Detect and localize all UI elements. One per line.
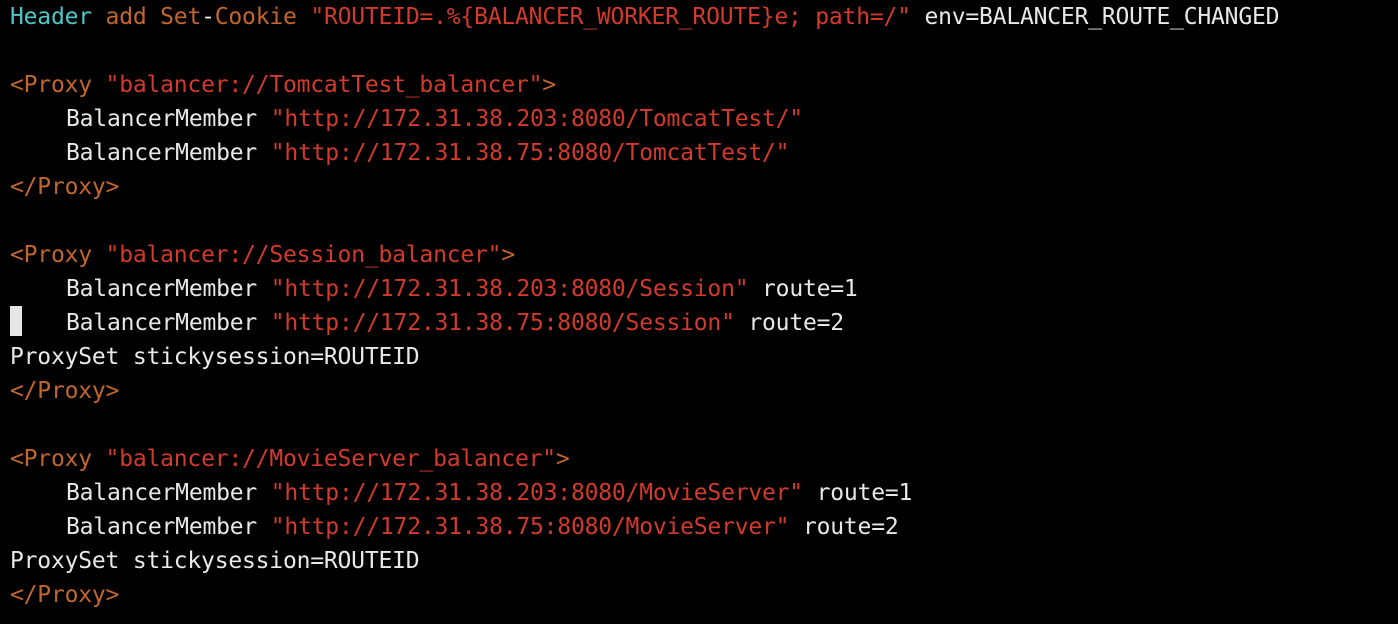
proxyset-directive: ProxySet stickysession=ROUTEID [10, 548, 420, 574]
header-action: add [105, 4, 147, 30]
proxy-open-movieserver: <Proxy "balancer://MovieServer_balancer"… [10, 442, 570, 476]
balancer-member-line: BalancerMember "http://172.31.38.75:8080… [10, 306, 844, 340]
balancer-member-directive: BalancerMember [66, 140, 258, 166]
proxy-close: </Proxy> [10, 582, 120, 608]
terminal-window[interactable]: Header add Set-Cookie "ROUTEID=.%{BALANC… [0, 0, 1398, 624]
balancer-member-route: route=2 [734, 310, 844, 336]
balancer-member-line: BalancerMember "http://172.31.38.75:8080… [10, 136, 790, 170]
proxy-tag-close: > [501, 242, 515, 268]
balancer-member-route: route=1 [748, 276, 858, 302]
proxy-close: </Proxy> [10, 378, 120, 404]
balancer-member-url: "http://172.31.38.203:8080/TomcatTest/" [270, 106, 803, 132]
proxy-tag-close: > [542, 72, 556, 98]
cookie-name: Cookie [214, 4, 297, 30]
balancer-member-url: "http://172.31.38.75:8080/Session" [270, 310, 735, 336]
balancer-member-url: "http://172.31.38.203:8080/MovieServer" [270, 480, 803, 506]
proxy-tag-open: <Proxy [10, 446, 92, 472]
proxy-close-tag: </Proxy> [10, 170, 119, 204]
balancer-member-url: "http://172.31.38.75:8080/TomcatTest/" [270, 140, 790, 166]
proxy-url: "balancer://MovieServer_balancer" [105, 446, 557, 472]
proxyset-line: ProxySet stickysession=ROUTEID [10, 544, 420, 578]
cookie-directive: Set [160, 4, 202, 30]
proxy-open-tomcattest: <Proxy "balancer://TomcatTest_balancer"> [10, 68, 556, 102]
balancer-member-route: route=2 [789, 514, 899, 540]
balancer-member-directive: BalancerMember [66, 480, 258, 506]
balancer-member-directive: BalancerMember [66, 106, 258, 132]
env-condition: env=BALANCER_ROUTE_CHANGED [910, 4, 1280, 30]
proxy-tag-close: > [555, 446, 570, 472]
proxy-url: "balancer://TomcatTest_balancer" [105, 72, 543, 98]
balancer-member-directive: BalancerMember [66, 310, 258, 336]
cookie-value: "ROUTEID=.%{BALANCER_WORKER_ROUTE}e; pat… [310, 4, 911, 30]
proxy-url: "balancer://Session_balancer" [105, 242, 502, 268]
proxyset-directive: ProxySet stickysession=ROUTEID [10, 344, 420, 370]
balancer-member-line: BalancerMember "http://172.31.38.203:808… [10, 476, 912, 510]
proxy-tag-open: <Proxy [10, 72, 92, 98]
proxy-close-tag: </Proxy> [10, 374, 119, 408]
proxy-close-tag: </Proxy> [10, 578, 119, 612]
balancer-member-url: "http://172.31.38.75:8080/MovieServer" [270, 514, 790, 540]
balancer-member-line: BalancerMember "http://172.31.38.75:8080… [10, 510, 899, 544]
balancer-member-line: BalancerMember "http://172.31.38.203:808… [10, 102, 803, 136]
proxyset-line: ProxySet stickysession=ROUTEID [10, 340, 420, 374]
proxy-tag-open: <Proxy [10, 242, 92, 268]
balancer-member-url: "http://172.31.38.203:8080/Session" [270, 276, 749, 302]
text-cursor [10, 306, 22, 336]
balancer-member-route: route=1 [802, 480, 913, 506]
balancer-member-directive: BalancerMember [66, 514, 258, 540]
directive-keyword: Header [10, 4, 92, 30]
cookie-dash: - [201, 4, 215, 30]
code-line-header: Header add Set-Cookie "ROUTEID=.%{BALANC… [10, 0, 1279, 34]
balancer-member-directive: BalancerMember [66, 276, 258, 302]
proxy-close: </Proxy> [10, 174, 120, 200]
balancer-member-line: BalancerMember "http://172.31.38.203:808… [10, 272, 858, 306]
proxy-open-session: <Proxy "balancer://Session_balancer"> [10, 238, 515, 272]
